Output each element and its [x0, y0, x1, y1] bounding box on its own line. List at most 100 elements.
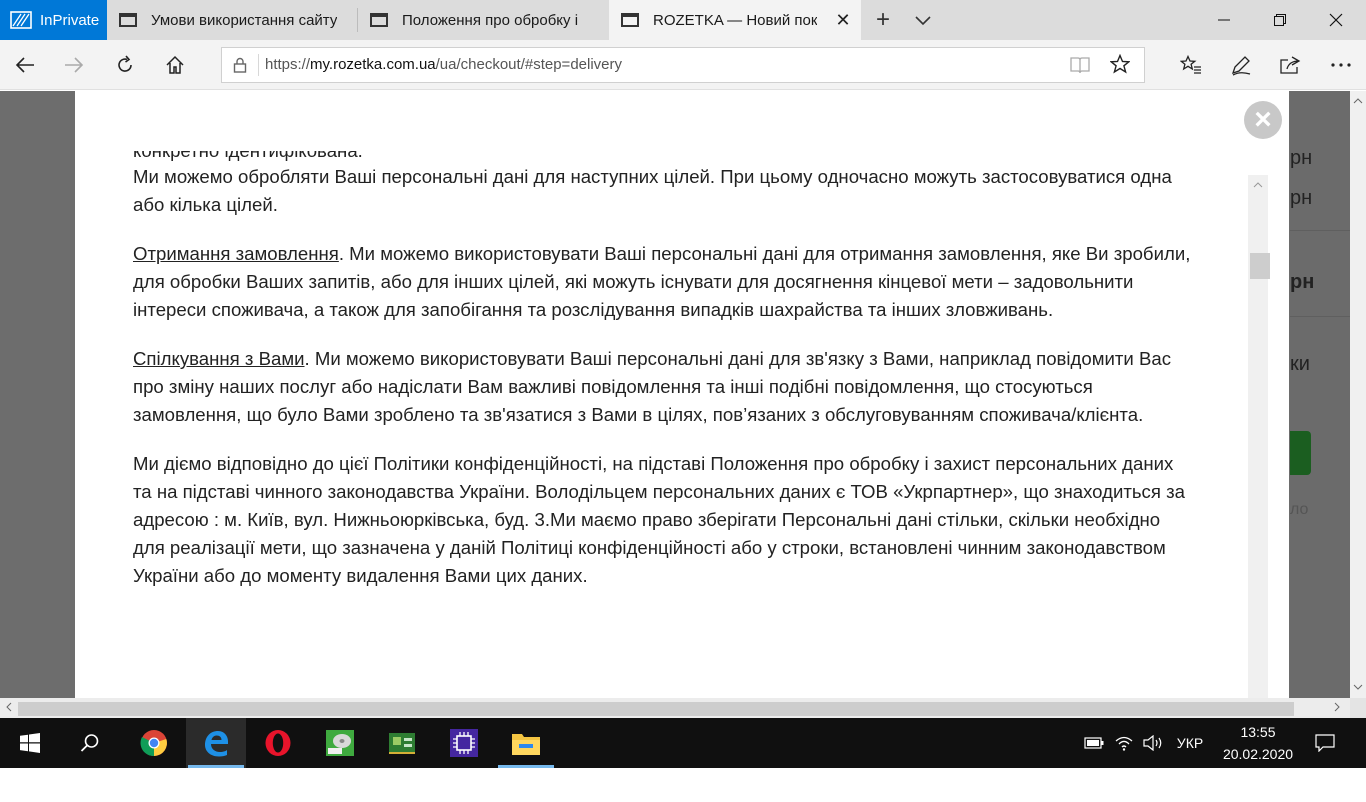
clipped-text-line: конкретно ідентифікована. [133, 151, 1193, 171]
chrome-icon [140, 730, 167, 757]
favorite-star-icon[interactable] [1109, 53, 1131, 80]
pen-icon [1231, 56, 1251, 76]
page-scroll-down-icon[interactable] [1350, 679, 1366, 695]
inprivate-label: InPrivate [40, 11, 100, 29]
page-icon [370, 13, 388, 27]
input-language[interactable]: УКР [1170, 718, 1210, 768]
tab-title: Положення про обробку і [402, 11, 579, 29]
horizontal-scrollbar-thumb[interactable] [18, 702, 1294, 716]
scroll-up-arrow-icon[interactable] [1248, 175, 1268, 195]
clock-time: 13:55 [1240, 724, 1276, 740]
search-button[interactable] [60, 718, 120, 768]
page-icon [621, 13, 639, 27]
url-text[interactable]: https://my.rozetka.com.ua/ua/checkout/#s… [258, 54, 622, 76]
url-path: /ua/checkout/#step=delivery [435, 56, 623, 73]
modal-scrollbar-thumb[interactable] [1250, 253, 1270, 279]
notes-button[interactable] [1224, 49, 1258, 81]
arrow-right-icon [65, 57, 84, 73]
inprivate-indicator: InPrivate [0, 0, 107, 40]
order-paragraph: Отримання замовлення. Ми можемо використ… [133, 240, 1193, 324]
section-title: Отримання замовлення [133, 243, 339, 264]
close-window-button[interactable] [1311, 0, 1361, 40]
start-button[interactable] [0, 718, 60, 768]
new-tab-button[interactable]: + [868, 6, 898, 34]
hardware-app-taskbar-button[interactable] [372, 718, 432, 768]
background-text: ки [1290, 353, 1310, 375]
favorites-hub-button[interactable] [1174, 49, 1208, 81]
refresh-button[interactable] [108, 49, 142, 81]
battery-icon[interactable] [1082, 718, 1106, 768]
url-host: my.rozetka.com.ua [310, 56, 436, 73]
forward-button[interactable] [57, 49, 91, 81]
opera-icon [265, 730, 291, 756]
ellipsis-icon [1331, 63, 1351, 67]
tab-terms-of-use[interactable]: Умови використання сайту [107, 0, 357, 40]
windows-logo-icon [20, 733, 40, 753]
restore-icon [1274, 14, 1286, 26]
address-bar[interactable]: https://my.rozetka.com.ua/ua/checkout/#s… [221, 47, 1145, 83]
file-explorer-taskbar-button[interactable] [496, 718, 556, 768]
disk-app-taskbar-button[interactable] [310, 718, 370, 768]
chrome-taskbar-button[interactable] [124, 718, 184, 768]
reading-view-icon[interactable] [1070, 56, 1090, 79]
refresh-icon [118, 55, 132, 72]
wifi-icon[interactable] [1112, 718, 1136, 768]
minimize-icon [1218, 19, 1230, 21]
tab-strip: InPrivate Умови використання сайту Полож… [0, 0, 1366, 40]
background-divider [1290, 316, 1350, 317]
background-green-button [1290, 431, 1311, 475]
background-divider [1290, 230, 1350, 231]
background-site-fragment: рн рн рн ки ло [1290, 91, 1350, 698]
background-text: рн [1290, 271, 1315, 293]
close-tab-icon[interactable]: ✕ [833, 10, 853, 30]
share-icon [1280, 56, 1301, 74]
page-icon [119, 13, 137, 27]
tab-rozetka-checkout[interactable]: ROZETKA — Новий пок ✕ [609, 0, 861, 40]
notifications-icon[interactable] [1310, 718, 1340, 768]
legal-basis-paragraph: Ми діємо відповідно до цієї Політики кон… [133, 453, 1185, 586]
background-text: рн [1290, 187, 1313, 209]
search-icon [80, 734, 99, 752]
back-button[interactable] [8, 49, 42, 81]
clipped-text: конкретно ідентифікована. [133, 151, 363, 161]
clock-date: 20.02.2020 [1222, 746, 1294, 762]
circuit-board-icon [389, 733, 415, 754]
opera-taskbar-button[interactable] [248, 718, 308, 768]
privacy-policy-modal: конкретно ідентифікована. Ми можемо обро… [75, 91, 1289, 698]
volume-icon[interactable] [1142, 718, 1166, 768]
horizontal-scrollbar[interactable] [0, 698, 1350, 718]
page-scrollbar[interactable] [1350, 91, 1366, 698]
section-title: Спілкування з Вами [133, 348, 305, 369]
folder-icon [512, 734, 540, 755]
restore-button[interactable] [1255, 0, 1305, 40]
edge-taskbar-button[interactable] [186, 718, 246, 768]
scrollbar-corner [1350, 698, 1366, 718]
lock-icon[interactable] [222, 47, 258, 83]
chevron-down-icon[interactable] [908, 6, 938, 34]
edge-icon [205, 731, 228, 757]
disk-icon [326, 730, 354, 756]
favorites-list-icon [1180, 55, 1201, 74]
minimize-button[interactable] [1199, 0, 1249, 40]
background-text: рн [1290, 147, 1313, 169]
policy-text: конкретно ідентифікована. Ми можемо обро… [133, 151, 1193, 611]
cpu-icon [450, 729, 478, 757]
scroll-left-icon[interactable] [0, 698, 18, 718]
intro-paragraph: Ми можемо обробляти Ваші персональні дан… [133, 166, 1172, 215]
page-scroll-up-icon[interactable] [1350, 93, 1366, 109]
scroll-right-icon[interactable] [1328, 698, 1346, 718]
home-button[interactable] [158, 49, 192, 81]
modal-scrollbar[interactable] [1248, 175, 1270, 698]
inprivate-icon [10, 11, 32, 29]
system-clock[interactable]: 13:55 20.02.2020 [1212, 718, 1304, 768]
modal-close-button[interactable]: × [1244, 101, 1282, 139]
communication-paragraph: Спілкування з Вами. Ми можемо використов… [133, 345, 1193, 429]
navigation-bar: https://my.rozetka.com.ua/ua/checkout/#s… [0, 40, 1366, 90]
home-icon [166, 55, 184, 74]
share-button[interactable] [1273, 49, 1307, 81]
tab-title: ROZETKA — Новий пок [653, 11, 818, 29]
cpu-app-taskbar-button[interactable] [434, 718, 494, 768]
tab-title: Умови використання сайту [151, 11, 338, 29]
more-options-button[interactable] [1324, 49, 1358, 81]
tab-data-processing[interactable]: Положення про обробку і [358, 0, 608, 40]
